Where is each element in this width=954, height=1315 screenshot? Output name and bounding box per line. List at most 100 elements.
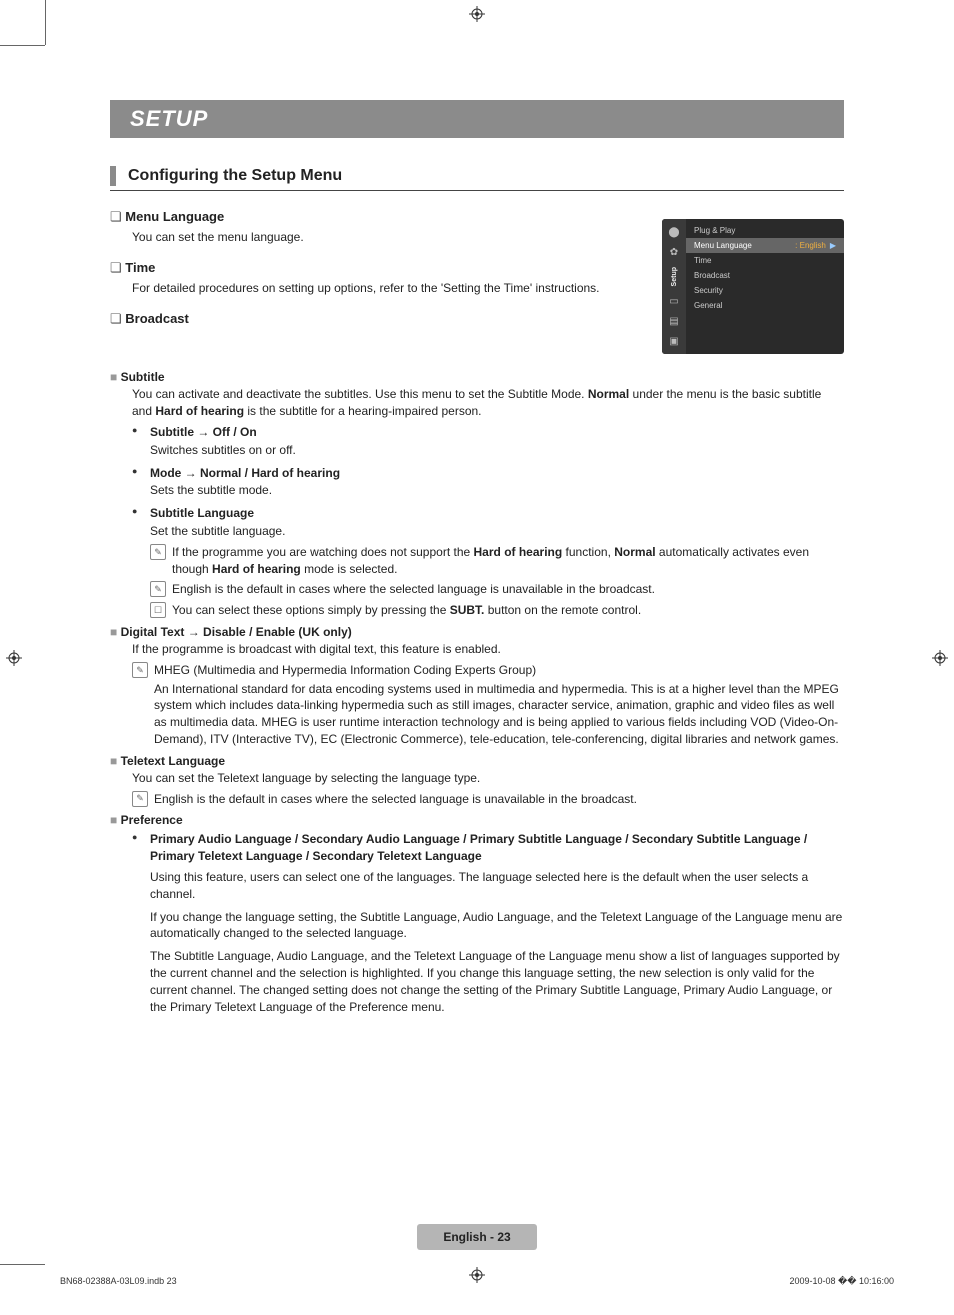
paragraph: Using this feature, users can select one…	[150, 869, 844, 903]
note-icon: ✎	[150, 544, 166, 560]
setup-banner: SETUP	[110, 100, 844, 138]
text-bold: Hard of hearing	[474, 545, 563, 559]
list-item: Primary Audio Language / Secondary Audio…	[132, 831, 844, 1015]
page: SETUP Configuring the Setup Menu ⬤ ✿ Set…	[0, 0, 954, 1315]
gear-icon: ✿	[667, 245, 681, 259]
note-title: MHEG (Multimedia and Hypermedia Informat…	[154, 663, 536, 677]
osd-main: Plug & Play Menu Language : English ▶ Ti…	[686, 219, 844, 354]
text-bold: Hard of hearing	[155, 404, 244, 418]
paragraph: If you change the language setting, the …	[150, 909, 844, 943]
text: is the subtitle for a hearing-impaired p…	[244, 404, 481, 418]
osd-row: Plug & Play	[686, 223, 844, 238]
paragraph: The Subtitle Language, Audio Language, a…	[150, 948, 844, 1015]
osd-row-label: Menu Language	[694, 241, 795, 250]
remote-icon: ⬤	[667, 225, 681, 239]
text: button on the remote control.	[484, 603, 641, 617]
osd-row-label: Broadcast	[694, 271, 836, 280]
note-icon: ✎	[132, 791, 148, 807]
digital-text-title: Digital Text → Disable / Enable (UK only…	[110, 625, 844, 639]
osd-row-value: : English	[795, 241, 826, 250]
note-item: ☐ You can select these options simply by…	[150, 602, 844, 619]
teletext-body: You can set the Teletext language by sel…	[132, 770, 844, 808]
bullet-title: Mode → Normal / Hard of hearing	[150, 465, 844, 482]
osd-sidebar-label: Setup	[671, 267, 678, 286]
bullet-title: Subtitle Language	[150, 505, 844, 522]
osd-row: General	[686, 298, 844, 313]
registration-mark-icon	[6, 650, 22, 666]
osd-row: Security	[686, 283, 844, 298]
content-area: SETUP Configuring the Setup Menu ⬤ ✿ Set…	[110, 100, 844, 1015]
note-item: ✎ English is the default in cases where …	[150, 581, 844, 598]
digital-text-body: If the programme is broadcast with digit…	[132, 641, 844, 748]
preference-body: Primary Audio Language / Secondary Audio…	[132, 831, 844, 1015]
osd-row: Time	[686, 253, 844, 268]
text: English is the default in cases where th…	[154, 792, 637, 806]
section-heading: Configuring the Setup Menu	[110, 166, 844, 191]
footer-left: BN68-02388A-03L09.indb 23	[60, 1276, 177, 1287]
text: English is the default in cases where th…	[172, 582, 655, 596]
bullet-body: Sets the subtitle mode.	[150, 482, 844, 499]
text-bold: Hard of hearing	[212, 562, 301, 576]
bullet-title: Primary Audio Language / Secondary Audio…	[150, 831, 844, 865]
page-footer: English - 23	[0, 1224, 954, 1250]
osd-sidebar: ⬤ ✿ Setup ▭ ▤ ▣	[662, 219, 686, 354]
text: If the programme you are watching does n…	[172, 545, 474, 559]
bullet-body: Switches subtitles on or off.	[150, 442, 844, 459]
list-item: Subtitle Language Set the subtitle langu…	[132, 505, 844, 619]
subtitle-title: Subtitle	[110, 370, 844, 384]
digital-text-notes: ✎ MHEG (Multimedia and Hypermedia Inform…	[132, 662, 844, 748]
support-icon: ▣	[667, 334, 681, 348]
text: You can select these options simply by p…	[172, 603, 450, 617]
section-title: Configuring the Setup Menu	[128, 167, 342, 185]
bullet-title: Subtitle → Off / On	[150, 424, 844, 441]
digital-text-section: Digital Text → Disable / Enable (UK only…	[110, 625, 844, 748]
text: If the programme is broadcast with digit…	[132, 641, 844, 658]
subtitle-notes: ✎ If the programme you are watching does…	[150, 544, 844, 619]
osd-preview: ⬤ ✿ Setup ▭ ▤ ▣ Plug & Play Menu Languag…	[662, 219, 844, 354]
note-body: An International standard for data encod…	[154, 681, 844, 748]
remote-button-icon: ☐	[150, 602, 166, 618]
note-item: ✎ MHEG (Multimedia and Hypermedia Inform…	[132, 662, 844, 748]
teletext-section: Teletext Language You can set the Telete…	[110, 754, 844, 808]
osd-row-label: Plug & Play	[694, 226, 836, 235]
heading-accent	[110, 166, 116, 186]
text: You can set the Teletext language by sel…	[132, 770, 844, 787]
note-icon: ✎	[150, 581, 166, 597]
bullet-body: Set the subtitle language.	[150, 523, 844, 540]
osd-row-label: Time	[694, 256, 836, 265]
print-footer: BN68-02388A-03L09.indb 23 2009-10-08 �� …	[60, 1276, 894, 1287]
registration-mark-icon	[932, 650, 948, 666]
preference-section: Preference Primary Audio Language / Seco…	[110, 813, 844, 1015]
crop-line	[0, 1264, 45, 1265]
text: function,	[562, 545, 614, 559]
registration-mark-icon	[469, 6, 485, 22]
teletext-title: Teletext Language	[110, 754, 844, 768]
osd-row-label: Security	[694, 286, 836, 295]
text: You can activate and deactivate the subt…	[132, 387, 588, 401]
osd-row-label: General	[694, 301, 836, 310]
list-item: Mode → Normal / Hard of hearing Sets the…	[132, 465, 844, 500]
page-number-pill: English - 23	[417, 1224, 536, 1250]
subtitle-section: Subtitle You can activate and deactivate…	[110, 370, 844, 619]
chevron-right-icon: ▶	[830, 241, 836, 250]
crop-line	[0, 45, 45, 46]
preference-bullets: Primary Audio Language / Secondary Audio…	[132, 831, 844, 1015]
app-icon: ▤	[667, 314, 681, 328]
note-item: ✎ If the programme you are watching does…	[150, 544, 844, 578]
teletext-notes: ✎ English is the default in cases where …	[132, 791, 844, 808]
osd-panel: ⬤ ✿ Setup ▭ ▤ ▣ Plug & Play Menu Languag…	[662, 219, 844, 354]
text: mode is selected.	[301, 562, 398, 576]
subtitle-intro: You can activate and deactivate the subt…	[132, 386, 844, 619]
list-item: Subtitle → Off / On Switches subtitles o…	[132, 424, 844, 459]
osd-row: Broadcast	[686, 268, 844, 283]
text-bold: Normal	[614, 545, 655, 559]
preference-title: Preference	[110, 813, 844, 827]
input-icon: ▭	[667, 294, 681, 308]
note-item: ✎ English is the default in cases where …	[132, 791, 844, 808]
footer-right: 2009-10-08 �� 10:16:00	[789, 1276, 894, 1287]
text-bold: Normal	[588, 387, 629, 401]
crop-line	[45, 0, 46, 45]
osd-row-selected: Menu Language : English ▶	[686, 238, 844, 253]
note-icon: ✎	[132, 662, 148, 678]
text-bold: SUBT.	[450, 603, 485, 617]
